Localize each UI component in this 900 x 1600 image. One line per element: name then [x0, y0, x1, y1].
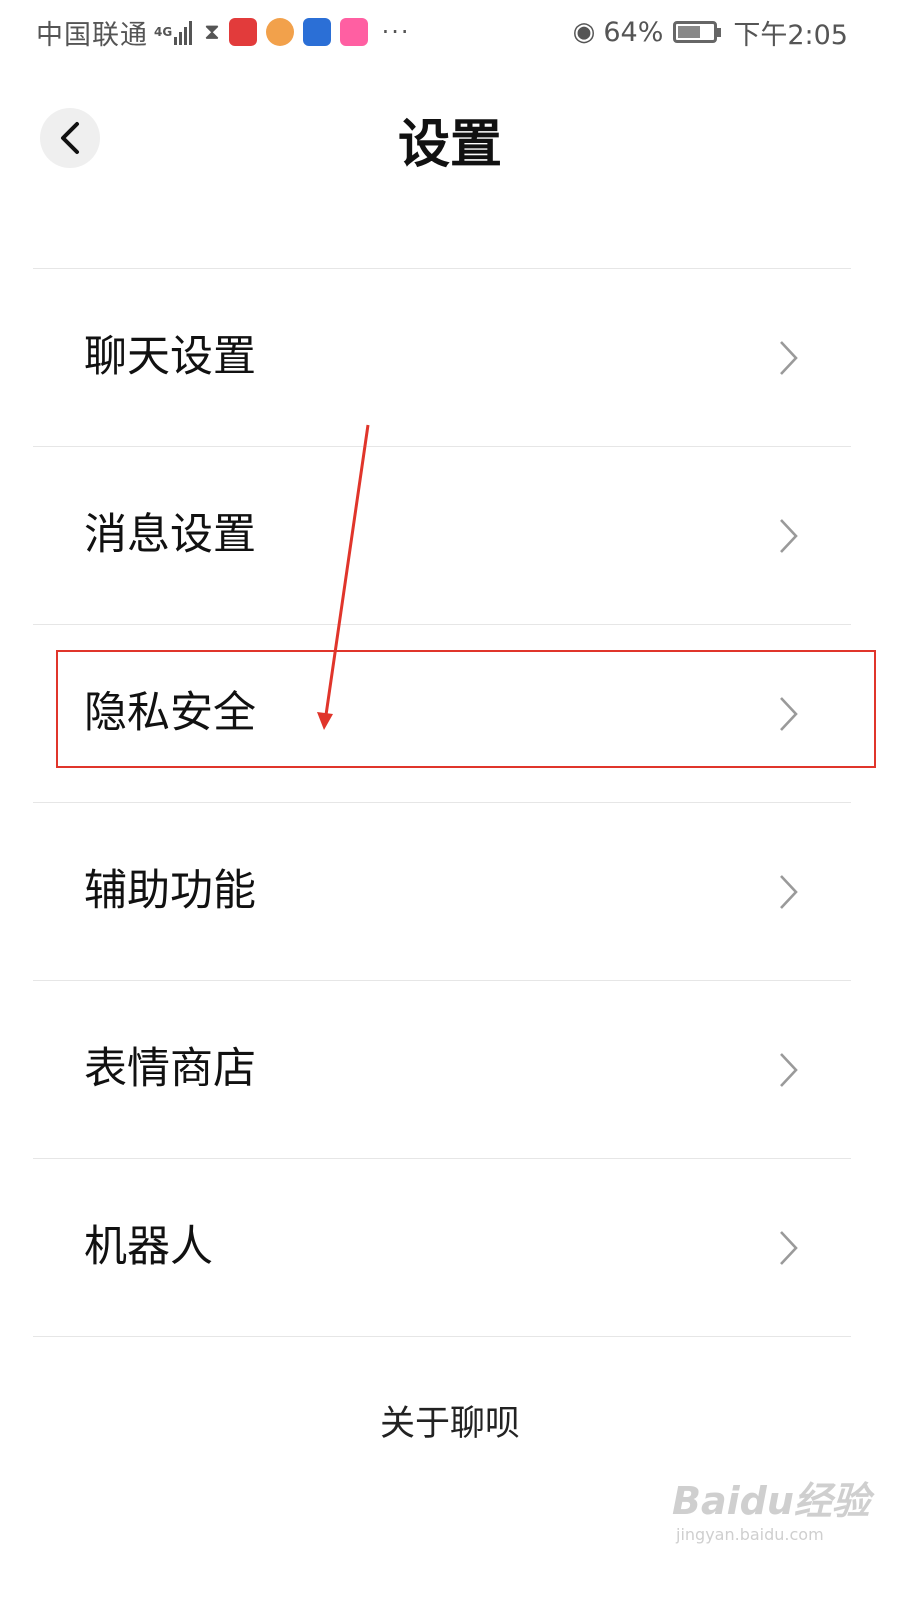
settings-list: 聊天设置 消息设置 隐私安全 辅助功能 表情商店 机器人 — [0, 268, 900, 1337]
annotation-highlight-box — [56, 650, 876, 768]
clock: 下午2:05 — [733, 19, 848, 51]
signal-icon — [174, 19, 193, 45]
menu-item-label: 辅助功能 — [84, 866, 256, 916]
status-bar-right: ◉ 64% 下午2:05 — [573, 12, 848, 52]
menu-item-sticker-store[interactable]: 表情商店 — [0, 981, 900, 1158]
eye-comfort-icon: ◉ — [572, 17, 596, 47]
watermark-logo: Baidu经验 — [672, 1479, 870, 1523]
more-notifications-icon: ··· — [381, 18, 411, 46]
chevron-right-icon — [780, 1053, 798, 1087]
chevron-right-icon — [780, 1231, 798, 1265]
page-title: 设置 — [397, 115, 502, 175]
network-type: 4G — [154, 25, 173, 39]
menu-item-label: 表情商店 — [84, 1044, 256, 1094]
battery-icon — [673, 21, 722, 43]
menu-item-label: 聊天设置 — [84, 332, 256, 382]
watermark: Baidu经验 jingyan.baidu.com — [672, 1470, 870, 1544]
chevron-right-icon — [780, 341, 798, 375]
about-link[interactable]: 关于聊呗 — [0, 1395, 900, 1446]
battery-percent: 64% — [603, 16, 664, 48]
carrier-name: 中国联通 — [36, 19, 148, 51]
menu-item-accessibility[interactable]: 辅助功能 — [0, 803, 900, 980]
divider — [33, 1336, 851, 1337]
menu-item-label: 消息设置 — [84, 510, 256, 560]
notification-app-icon — [228, 18, 257, 46]
menu-item-chat-settings[interactable]: 聊天设置 — [0, 269, 900, 446]
menu-item-robot[interactable]: 机器人 — [0, 1159, 900, 1336]
status-bar-left: 中国联通 4G ⧗ ··· — [36, 12, 411, 52]
chevron-right-icon — [780, 519, 798, 553]
cat-app-icon — [265, 18, 294, 46]
chevron-right-icon — [780, 875, 798, 909]
watermark-url: jingyan.baidu.com — [676, 1525, 824, 1544]
menu-item-label: 机器人 — [84, 1222, 213, 1272]
status-bar: 中国联通 4G ⧗ ··· ◉ 64% 下午2:05 — [0, 0, 900, 62]
hourglass-icon: ⧗ — [204, 19, 220, 45]
youku-app-icon — [339, 18, 368, 46]
menu-item-message-settings[interactable]: 消息设置 — [0, 447, 900, 624]
video-app-icon — [302, 18, 331, 46]
